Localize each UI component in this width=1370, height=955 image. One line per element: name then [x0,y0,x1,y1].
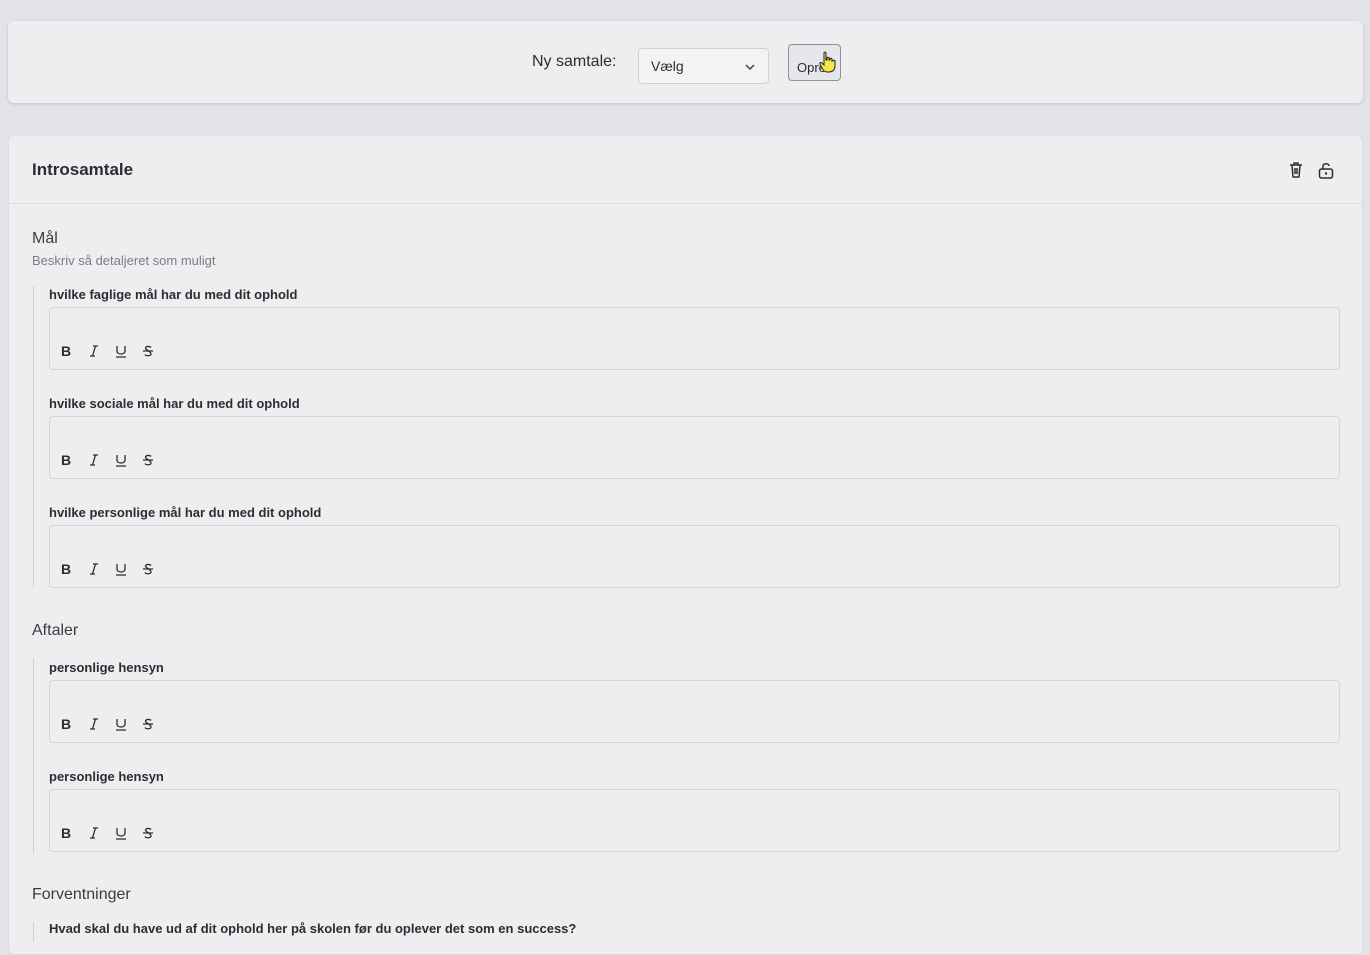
card-header: Introsamtale [9,136,1362,204]
svg-text:B: B [61,343,71,359]
card-title: Introsamtale [32,160,134,179]
field-label: hvilke faglige mål har du med dit ophold [49,287,298,302]
section-title-forventninger: Forventninger [32,886,131,903]
svg-text:B: B [61,716,71,732]
underline-icon[interactable] [113,561,129,577]
strikethrough-icon[interactable] [140,716,156,732]
section-title-aftaler: Aftaler [32,622,79,639]
strikethrough-icon[interactable] [140,343,156,359]
select-value: Vælg [651,58,684,74]
section-divider [33,658,34,853]
new-conversation-bar: Ny samtale: Vælg Opret [8,21,1363,103]
underline-icon[interactable] [113,343,129,359]
field-label: Hvad skal du have ud af dit ophold her p… [49,921,577,936]
new-conversation-label: Ny samtale: [532,53,617,70]
strikethrough-icon[interactable] [140,825,156,841]
rich-text-editor[interactable]: B [49,680,1340,743]
rich-text-editor[interactable]: B [49,307,1340,370]
italic-icon[interactable] [86,452,102,468]
italic-icon[interactable] [86,716,102,732]
rich-text-editor[interactable]: B [49,525,1340,588]
field-label: hvilke personlige mål har du med dit oph… [49,505,322,520]
field-label: personlige hensyn [49,769,164,784]
underline-icon[interactable] [113,716,129,732]
section-subtitle-maal: Beskriv så detaljeret som muligt [32,253,216,268]
svg-text:B: B [61,561,71,577]
rich-text-editor[interactable]: B [49,789,1340,852]
bold-icon[interactable]: B [59,716,75,732]
conversation-type-select[interactable]: Vælg [638,48,769,84]
strikethrough-icon[interactable] [140,452,156,468]
strikethrough-icon[interactable] [140,561,156,577]
section-title-maal: Mål [32,230,58,247]
italic-icon[interactable] [86,561,102,577]
svg-text:B: B [61,825,71,841]
hand-cursor-icon [819,51,836,73]
bold-icon[interactable]: B [59,343,75,359]
field-label: hvilke sociale mål har du med dit ophold [49,396,300,411]
underline-icon[interactable] [113,452,129,468]
unlock-icon[interactable] [1317,160,1335,180]
trash-icon[interactable] [1287,160,1305,180]
section-divider [33,922,34,942]
rich-text-editor[interactable]: B [49,416,1340,479]
bold-icon[interactable]: B [59,452,75,468]
underline-icon[interactable] [113,825,129,841]
bold-icon[interactable]: B [59,561,75,577]
conversation-card: Introsamtale Mål Beskriv så detaljeret s… [8,135,1363,955]
bold-icon[interactable]: B [59,825,75,841]
section-divider [33,286,34,588]
svg-text:B: B [61,452,71,468]
italic-icon[interactable] [86,825,102,841]
field-label: personlige hensyn [49,660,164,675]
italic-icon[interactable] [86,343,102,359]
chevron-down-icon [745,64,755,71]
